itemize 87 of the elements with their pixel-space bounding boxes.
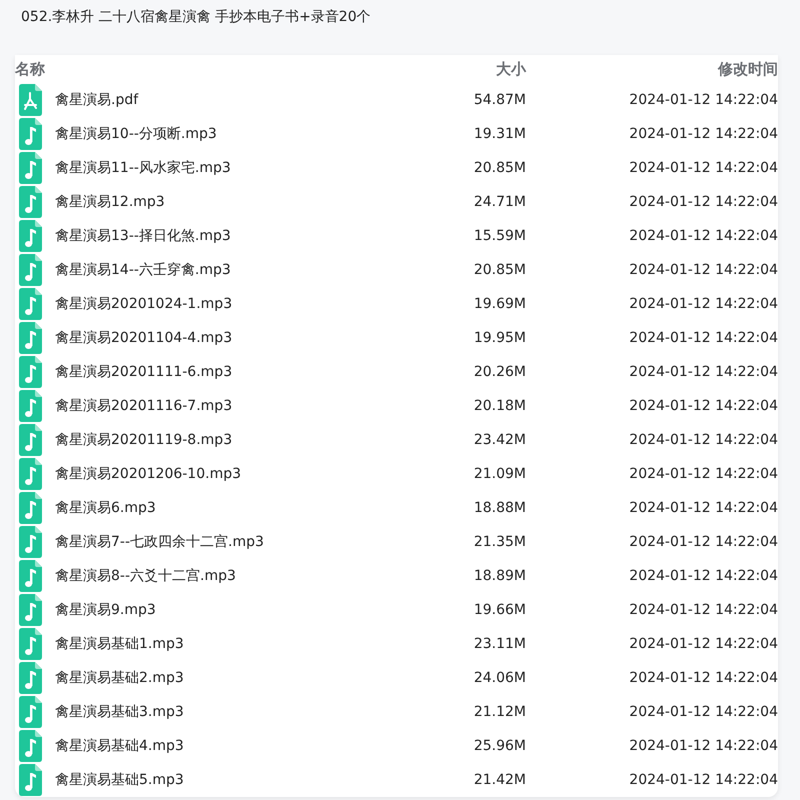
modified-time: 2024-01-12 14:22:04	[629, 636, 778, 652]
file-size: 18.88M	[474, 500, 526, 516]
file-name[interactable]: 禽星演易6.mp3	[55, 499, 366, 517]
file-size: 21.35M	[474, 534, 526, 550]
audio-file-icon	[19, 628, 42, 660]
file-name[interactable]: 禽星演易8--六爻十二宫.mp3	[55, 567, 366, 585]
modified-time: 2024-01-12 14:22:04	[629, 432, 778, 448]
file-name[interactable]: 禽星演易20201111-6.mp3	[55, 363, 366, 381]
modified-time: 2024-01-12 14:22:04	[629, 500, 778, 516]
file-size: 20.85M	[474, 262, 526, 278]
audio-file-icon	[19, 118, 42, 150]
file-name[interactable]: 禽星演易.pdf	[55, 91, 366, 109]
file-size: 15.59M	[474, 228, 526, 244]
folder-title: 052.李林升 二十八宿禽星演禽 手抄本电子书+录音20个	[20, 8, 372, 27]
file-name[interactable]: 禽星演易20201104-4.mp3	[55, 329, 366, 347]
file-size: 24.71M	[474, 194, 526, 210]
file-name[interactable]: 禽星演易20201206-10.mp3	[55, 465, 366, 483]
file-name[interactable]: 禽星演易基础5.mp3	[55, 771, 366, 789]
audio-file-icon	[19, 152, 42, 184]
file-name[interactable]: 禽星演易10--分项断.mp3	[55, 125, 366, 143]
audio-file-icon	[19, 254, 42, 286]
modified-time: 2024-01-12 14:22:04	[629, 704, 778, 720]
file-name[interactable]: 禽星演易基础2.mp3	[55, 669, 366, 687]
audio-file-icon	[19, 458, 42, 490]
modified-time: 2024-01-12 14:22:04	[629, 364, 778, 380]
audio-file-icon	[19, 696, 42, 728]
file-size: 18.89M	[474, 568, 526, 584]
modified-time: 2024-01-12 14:22:04	[629, 398, 778, 414]
file-size: 20.18M	[474, 398, 526, 414]
audio-file-icon	[19, 220, 42, 252]
file-name[interactable]: 禽星演易20201116-7.mp3	[55, 397, 366, 415]
file-name[interactable]: 禽星演易12.mp3	[55, 193, 366, 211]
file-size: 21.09M	[474, 466, 526, 482]
modified-time: 2024-01-12 14:22:04	[629, 602, 778, 618]
file-name[interactable]: 禽星演易基础1.mp3	[55, 635, 366, 653]
file-name[interactable]: 禽星演易9.mp3	[55, 601, 366, 619]
file-name[interactable]: 禽星演易20201119-8.mp3	[55, 431, 366, 449]
modified-time: 2024-01-12 14:22:04	[629, 228, 778, 244]
modified-time: 2024-01-12 14:22:04	[629, 296, 778, 312]
file-name[interactable]: 禽星演易基础4.mp3	[55, 737, 366, 755]
audio-file-icon	[19, 424, 42, 456]
file-size: 19.69M	[474, 296, 526, 312]
modified-time: 2024-01-12 14:22:04	[629, 126, 778, 142]
file-size: 19.95M	[474, 330, 526, 346]
audio-file-icon	[19, 288, 42, 320]
modified-time: 2024-01-12 14:22:04	[629, 160, 778, 176]
modified-time: 2024-01-12 14:22:04	[629, 534, 778, 550]
file-name[interactable]: 禽星演易20201024-1.mp3	[55, 295, 366, 313]
audio-file-icon	[19, 560, 42, 592]
audio-file-icon	[19, 186, 42, 218]
modified-time: 2024-01-12 14:22:04	[629, 92, 778, 108]
audio-file-icon	[19, 492, 42, 524]
audio-file-icon	[19, 390, 42, 422]
column-header[interactable]: 修改时间	[718, 60, 778, 78]
audio-file-icon	[19, 662, 42, 694]
column-header[interactable]: 大小	[496, 60, 526, 78]
column-header[interactable]: 名称	[15, 60, 45, 78]
file-size: 20.85M	[474, 160, 526, 176]
audio-file-icon	[19, 730, 42, 762]
file-size: 20.26M	[474, 364, 526, 380]
file-size: 19.31M	[474, 126, 526, 142]
file-size: 21.12M	[474, 704, 526, 720]
modified-time: 2024-01-12 14:22:04	[629, 738, 778, 754]
modified-time: 2024-01-12 14:22:04	[629, 670, 778, 686]
file-size: 25.96M	[474, 738, 526, 754]
file-size: 24.06M	[474, 670, 526, 686]
file-name[interactable]: 禽星演易14--六壬穿禽.mp3	[55, 261, 366, 279]
file-size: 19.66M	[474, 602, 526, 618]
pdf-file-icon	[19, 84, 42, 116]
modified-time: 2024-01-12 14:22:04	[629, 772, 778, 788]
audio-file-icon	[19, 526, 42, 558]
modified-time: 2024-01-12 14:22:04	[629, 262, 778, 278]
file-size: 21.42M	[474, 772, 526, 788]
audio-file-icon	[19, 356, 42, 388]
modified-time: 2024-01-12 14:22:04	[629, 194, 778, 210]
audio-file-icon	[19, 322, 42, 354]
audio-file-icon	[19, 594, 42, 626]
file-name[interactable]: 禽星演易13--择日化煞.mp3	[55, 227, 366, 245]
modified-time: 2024-01-12 14:22:04	[629, 466, 778, 482]
file-name[interactable]: 禽星演易7--七政四余十二宫.mp3	[55, 533, 366, 551]
file-size: 23.11M	[474, 636, 526, 652]
file-size: 23.42M	[474, 432, 526, 448]
file-size: 54.87M	[474, 92, 526, 108]
file-name[interactable]: 禽星演易基础3.mp3	[55, 703, 366, 721]
file-name[interactable]: 禽星演易11--风水家宅.mp3	[55, 159, 366, 177]
modified-time: 2024-01-12 14:22:04	[629, 568, 778, 584]
modified-time: 2024-01-12 14:22:04	[629, 330, 778, 346]
